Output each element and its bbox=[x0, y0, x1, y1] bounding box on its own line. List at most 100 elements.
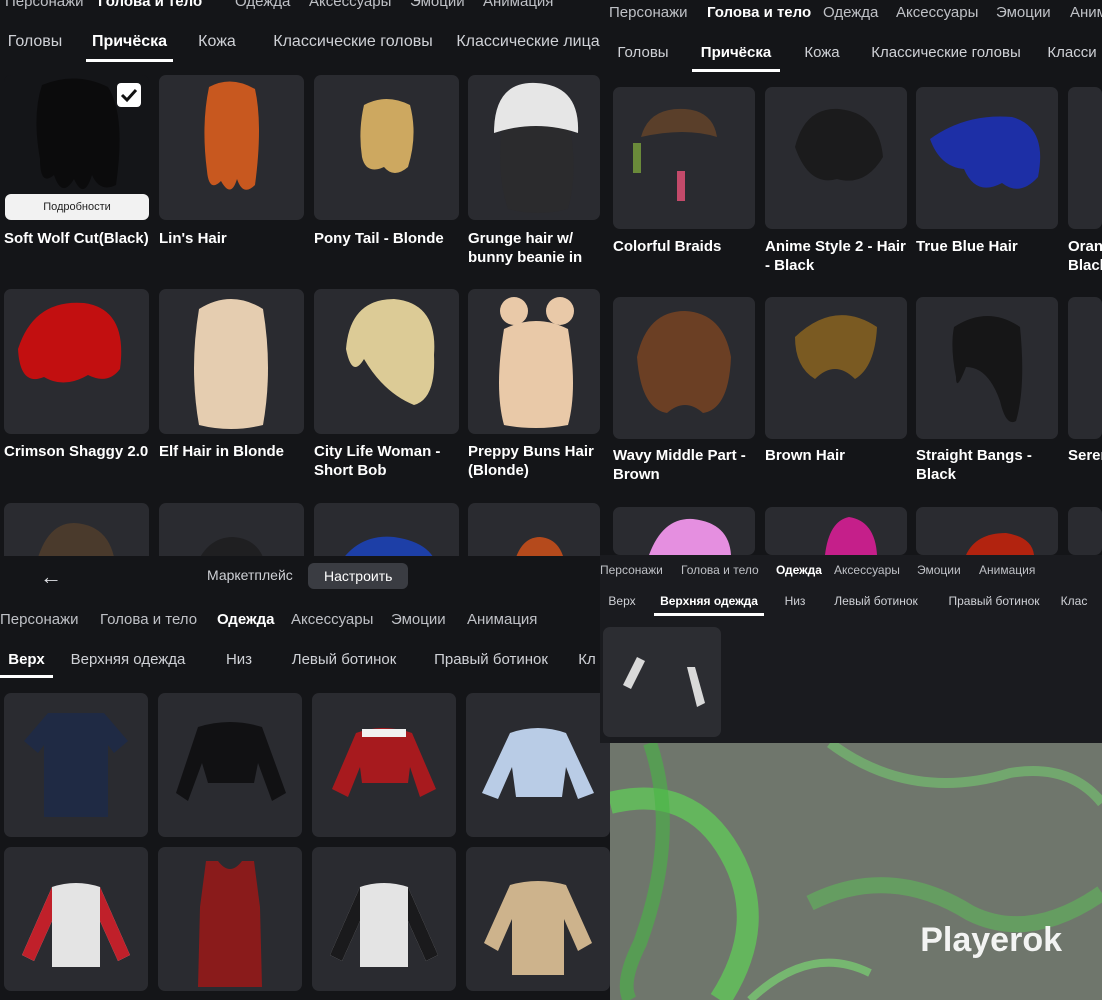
nav-accessories[interactable]: Аксессуары bbox=[309, 0, 410, 17]
tab-classic-heads[interactable]: Классические головы bbox=[866, 34, 1026, 72]
tab-classic[interactable]: Клас bbox=[1054, 590, 1094, 616]
nav-head-body[interactable]: Голова и тело bbox=[98, 0, 235, 17]
marketplace-button[interactable]: Маркетплейс bbox=[207, 567, 293, 583]
tab-skin[interactable]: Кожа bbox=[794, 34, 850, 72]
item-tile-beige-sweater[interactable] bbox=[466, 847, 610, 991]
item-tile-pony-tail-blonde[interactable] bbox=[314, 75, 459, 220]
item-tile-raglan-black[interactable] bbox=[312, 847, 456, 991]
tab-heads[interactable]: Головы bbox=[608, 34, 678, 72]
nav-emotes[interactable]: Эмоции bbox=[996, 4, 1070, 28]
tab-left-shoe[interactable]: Левый ботинок bbox=[828, 590, 924, 616]
details-button[interactable]: Подробности bbox=[5, 194, 149, 220]
nav-characters[interactable]: Персонажи bbox=[609, 4, 707, 28]
item-tile-wavy-middle-part[interactable] bbox=[613, 297, 755, 439]
tab-hair[interactable]: Причёска bbox=[692, 34, 780, 72]
customize-button[interactable]: Настроить bbox=[308, 563, 409, 589]
item-tile-tshirt-navy[interactable] bbox=[4, 693, 148, 837]
category-nav: Персонажи Голова и тело Одежда Аксессуар… bbox=[600, 563, 1102, 583]
nav-characters[interactable]: Персонажи bbox=[0, 611, 100, 635]
item-tile[interactable] bbox=[765, 507, 907, 555]
item-name: Colorful Braids bbox=[613, 238, 722, 255]
item-tile-elf-hair[interactable] bbox=[159, 289, 304, 434]
item-tile-lins-hair[interactable] bbox=[159, 75, 304, 220]
item-tile-colorful-braids[interactable] bbox=[613, 87, 755, 229]
clothing-thumbnail bbox=[330, 883, 438, 967]
item-name: Brown Hair bbox=[765, 447, 846, 464]
item-tile[interactable] bbox=[916, 507, 1058, 555]
item-tile-straight-bangs[interactable] bbox=[916, 297, 1058, 439]
nav-accessories[interactable]: Аксессуары bbox=[834, 563, 917, 583]
tab-tops[interactable]: Верх bbox=[602, 590, 642, 616]
tab-classic-heads[interactable]: Классические головы bbox=[267, 24, 439, 62]
nav-animation[interactable]: Аним bbox=[1070, 4, 1102, 28]
category-nav: Персонажи Голова и тело Одежда Аксессуар… bbox=[0, 611, 610, 635]
item-tile-grunge-hair[interactable] bbox=[468, 75, 600, 220]
tab-bottoms[interactable]: Низ bbox=[780, 590, 810, 616]
nav-clothing[interactable]: Одежда bbox=[776, 563, 834, 583]
tab-heads[interactable]: Головы bbox=[0, 24, 70, 62]
nav-characters[interactable]: Персонажи bbox=[600, 563, 681, 583]
item-tile[interactable] bbox=[1068, 297, 1102, 439]
subcategory-tabs: Верх Верхняя одежда Низ Левый ботинок Пр… bbox=[600, 590, 1102, 616]
tab-bottoms[interactable]: Низ bbox=[219, 644, 259, 678]
tab-left-shoe[interactable]: Левый ботинок bbox=[287, 644, 401, 678]
item-tile-raglan-red[interactable] bbox=[4, 847, 148, 991]
nav-clothing[interactable]: Одежда bbox=[217, 611, 291, 635]
tab-right-shoe[interactable]: Правый ботинок bbox=[944, 590, 1044, 616]
selected-checkbox[interactable] bbox=[117, 83, 141, 107]
nav-clothing[interactable]: Одежда bbox=[235, 0, 309, 17]
item-name: Oran Black bbox=[1068, 238, 1102, 274]
nav-animation[interactable]: Анимация bbox=[467, 611, 557, 635]
item-tile-anime-style-2[interactable] bbox=[765, 87, 907, 229]
item-name: Straight Bangs - Black bbox=[916, 447, 1032, 483]
tab-hair[interactable]: Причёска bbox=[86, 24, 173, 62]
item-tile-arm-warmers[interactable] bbox=[603, 627, 721, 737]
item-tile[interactable] bbox=[1068, 507, 1102, 555]
category-nav: Персонажи Голова и тело Одежда Аксессуар… bbox=[600, 4, 1102, 28]
nav-head-body[interactable]: Голова и тело bbox=[100, 611, 217, 635]
tab-skin[interactable]: Кожа bbox=[187, 24, 247, 62]
nav-head-body[interactable]: Голова и тело bbox=[681, 563, 776, 583]
clothing-thumbnail bbox=[484, 881, 592, 975]
nav-emotes[interactable]: Эмоции bbox=[410, 0, 483, 17]
tab-outerwear[interactable]: Верхняя одежда bbox=[69, 644, 187, 678]
item-tile-preppy-buns[interactable] bbox=[468, 289, 600, 434]
bottom-bar: ← Маркетплейс Настроить bbox=[0, 556, 610, 589]
item-tile-city-life-bob[interactable] bbox=[314, 289, 459, 434]
tab-outerwear[interactable]: Верхняя одежда bbox=[654, 590, 764, 616]
item-tile-crimson-shaggy[interactable] bbox=[4, 289, 149, 434]
tab-classic-faces[interactable]: Классические лица bbox=[453, 24, 600, 62]
nav-accessories[interactable]: Аксессуары bbox=[896, 4, 996, 28]
item-name: Wavy Middle Part - Brown bbox=[613, 447, 746, 483]
item-tile[interactable] bbox=[1068, 87, 1102, 229]
item-tile-black-crop-jacket[interactable] bbox=[158, 693, 302, 837]
hair-catalog-panel-right: Персонажи Голова и тело Одежда Аксессуар… bbox=[600, 0, 1102, 555]
tab-tops[interactable]: Верх bbox=[0, 644, 53, 678]
item-tile-brown-hair[interactable] bbox=[765, 297, 907, 439]
clothing-thumbnail bbox=[24, 713, 128, 817]
clothing-thumbnail bbox=[22, 883, 130, 967]
item-tile-red-fur-top[interactable] bbox=[312, 693, 456, 837]
nav-animation[interactable]: Анимация bbox=[979, 563, 1049, 583]
nav-clothing[interactable]: Одежда bbox=[823, 4, 896, 28]
clothing-catalog-panel: ← Маркетплейс Настроить Персонажи Голова… bbox=[0, 556, 610, 1000]
item-tile[interactable] bbox=[613, 507, 755, 555]
subcategory-tabs: Головы Причёска Кожа Классические головы… bbox=[600, 34, 1102, 72]
item-name: City Life Woman - Short Bob bbox=[314, 443, 441, 479]
nav-head-body[interactable]: Голова и тело bbox=[707, 4, 823, 28]
item-tile-true-blue[interactable] bbox=[916, 87, 1058, 229]
tab-right-shoe[interactable]: Правый ботинок bbox=[430, 644, 552, 678]
item-tile-blue-print-top[interactable] bbox=[466, 693, 610, 837]
item-tile-red-tank[interactable] bbox=[158, 847, 302, 991]
item-name: Preppy Buns Hair (Blonde) bbox=[468, 443, 594, 479]
tab-classic-faces[interactable]: Класси bbox=[1042, 34, 1102, 72]
nav-animation[interactable]: Анимация bbox=[483, 0, 573, 17]
item-name: Anime Style 2 - Hair - Black bbox=[765, 238, 906, 274]
nav-emotes[interactable]: Эмоции bbox=[917, 563, 979, 583]
nav-characters[interactable]: Персонажи bbox=[5, 0, 98, 17]
nav-emotes[interactable]: Эмоции bbox=[391, 611, 467, 635]
nav-accessories[interactable]: Аксессуары bbox=[291, 611, 391, 635]
clothing-thumbnail bbox=[623, 657, 705, 707]
tab-classic[interactable]: Кл bbox=[572, 644, 602, 678]
back-arrow-icon[interactable]: ← bbox=[40, 564, 62, 590]
